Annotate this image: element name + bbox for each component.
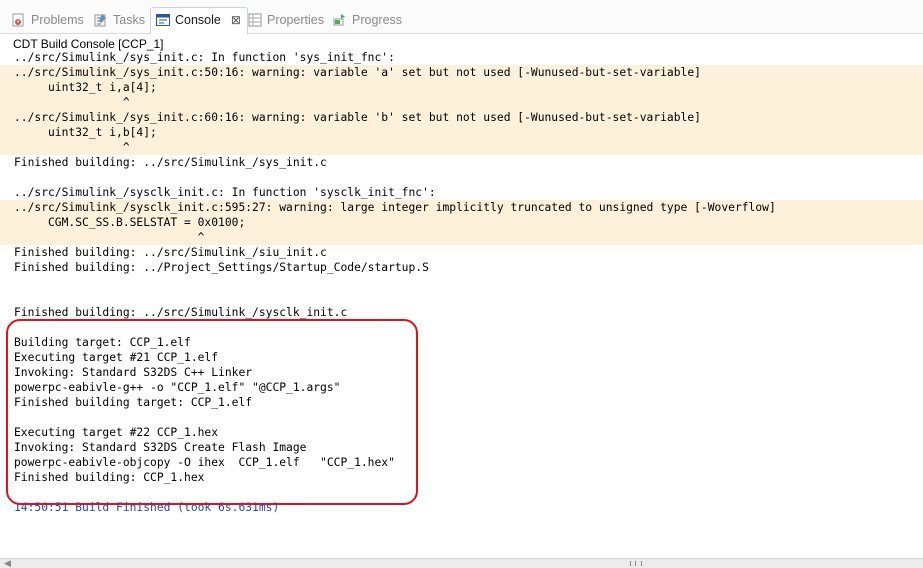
scroll-thumb-grip[interactable] — [630, 561, 642, 566]
tasks-icon — [94, 13, 108, 27]
console-line: ^ — [0, 95, 923, 110]
close-icon[interactable]: ⊠ — [231, 13, 241, 27]
console-line: ^ — [0, 140, 923, 155]
tab-label: Console — [175, 13, 221, 27]
console-line: Finished building: ../src/Simulink_/sys_… — [14, 156, 327, 169]
tab-tasks[interactable]: Tasks — [94, 8, 145, 34]
console-line: Finished building: ../src/Simulink_/sysc… — [14, 306, 348, 319]
tab-label: Tasks — [113, 13, 145, 27]
console-line: ../src/Simulink_/sys_init.c:60:16: warni… — [0, 110, 923, 125]
view-tab-bar: Problems Tasks Console ⊠ Properties Prog… — [0, 0, 923, 34]
console-line: ../src/Simulink_/sys_init.c: In function… — [14, 51, 395, 64]
tab-progress[interactable]: Progress — [333, 8, 402, 34]
console-line: ../src/Simulink_/sys_init.c:50:16: warni… — [0, 65, 923, 80]
horizontal-scrollbar[interactable]: ◀ — [0, 558, 923, 568]
scroll-left-icon[interactable]: ◀ — [4, 559, 11, 568]
progress-icon — [333, 13, 347, 27]
tab-label: Progress — [352, 13, 403, 27]
console-icon — [156, 13, 170, 27]
console-line: ../src/Simulink_/sysclk_init.c:595:27: w… — [0, 200, 923, 215]
console-line: ../src/Simulink_/sysclk_init.c: In funct… — [14, 186, 436, 199]
console-line: uint32_t i,b[4]; — [0, 125, 923, 140]
tab-problems[interactable]: Problems — [12, 8, 84, 34]
console-line: uint32_t i,a[4]; — [0, 80, 923, 95]
console-title: CDT Build Console [CCP_1] — [13, 37, 164, 51]
properties-icon — [248, 13, 262, 27]
tab-properties[interactable]: Properties — [248, 8, 324, 34]
console-line: Finished building: ../Project_Settings/S… — [14, 261, 429, 274]
tab-label: Problems — [31, 13, 84, 27]
problems-icon — [12, 13, 26, 27]
highlight-annotation — [6, 319, 418, 505]
tab-label: Properties — [267, 13, 324, 27]
console-line: CGM.SC_SS.B.SELSTAT = 0x0100; — [0, 215, 923, 230]
console-line: Finished building: ../src/Simulink_/siu_… — [14, 246, 327, 259]
tab-console[interactable]: Console ⊠ — [150, 7, 248, 34]
console-line: ^ — [0, 230, 923, 245]
